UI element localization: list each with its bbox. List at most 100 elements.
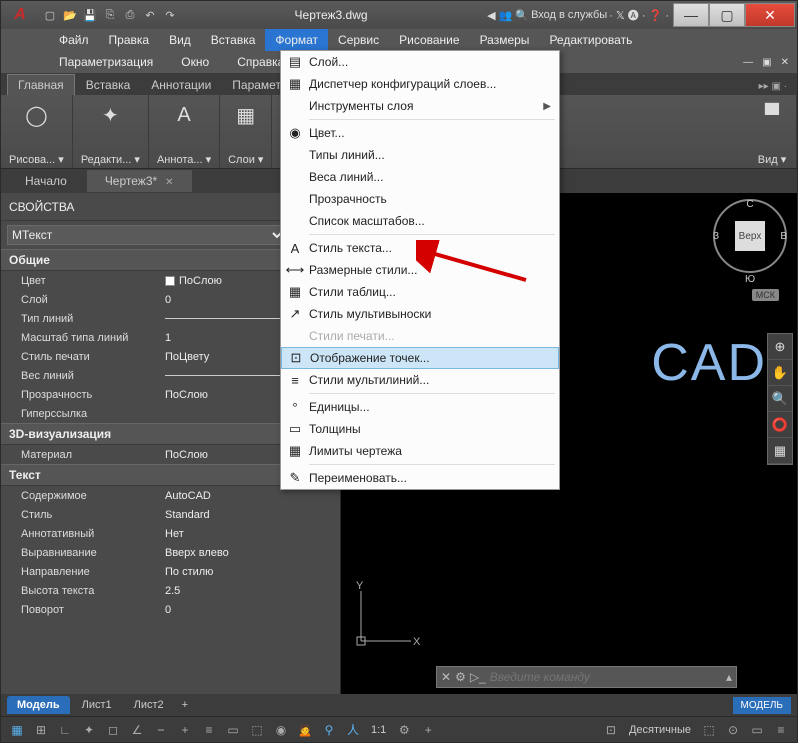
exchange-icon[interactable]: · 𝕏 🅐 · ❓ · — [609, 7, 669, 23]
ribbon-panel-0[interactable]: ◯Рисова... ▾ — [1, 95, 73, 168]
ribbon-tab-1[interactable]: Вставка — [76, 75, 141, 95]
fullnav-icon[interactable]: ⊕ — [768, 334, 792, 360]
clean-icon[interactable]: ▭ — [747, 720, 767, 740]
menu-Сервис[interactable]: Сервис — [328, 29, 389, 51]
menu-item[interactable]: ▦Лимиты чертежа — [281, 440, 559, 462]
model-badge[interactable]: МОДЕЛЬ — [733, 697, 791, 714]
menu-item[interactable]: Список масштабов... — [281, 210, 559, 232]
menu-item[interactable]: ≡Стили мультилиний... — [281, 369, 559, 391]
menu-item[interactable]: AСтиль текста... — [281, 237, 559, 259]
prop-row[interactable]: СтильStandard — [1, 505, 340, 524]
menu-item[interactable]: ▦Стили таблиц... — [281, 281, 559, 303]
viewcube-west[interactable]: З — [713, 231, 719, 242]
app-logo[interactable]: A — [3, 1, 37, 29]
ducs-icon[interactable]: ⎯ — [151, 720, 171, 740]
close-tab-icon[interactable]: ✕ — [165, 177, 173, 188]
cmd-close-icon[interactable]: ✕ — [441, 670, 451, 684]
save-icon[interactable]: 💾 — [81, 6, 99, 24]
redo-icon[interactable]: ↷ — [161, 6, 179, 24]
cust-icon[interactable]: ≡ — [771, 720, 791, 740]
saveas-icon[interactable]: ⎘ — [101, 6, 119, 24]
osnap-icon[interactable]: ◻ — [103, 720, 123, 740]
cmd-opts-icon[interactable]: ⚙ — [455, 670, 466, 684]
menu-item[interactable]: Типы линий... — [281, 144, 559, 166]
menu-item[interactable]: ⊡Отображение точек... — [281, 347, 559, 369]
otrack-icon[interactable]: ∠ — [127, 720, 147, 740]
undo-icon[interactable]: ↶ — [141, 6, 159, 24]
command-line[interactable]: ✕ ⚙ ▷_ ▴ — [436, 666, 737, 688]
ribbon-panel-2[interactable]: AАннота... ▾ — [149, 95, 220, 168]
ribbon-tab-2[interactable]: Аннотации — [141, 75, 221, 95]
hw-icon[interactable]: ⬚ — [699, 720, 719, 740]
prop-value[interactable]: Нет — [161, 524, 340, 543]
anno-scale[interactable]: 1:1 — [367, 724, 390, 736]
menu-Параметризация[interactable]: Параметризация — [49, 51, 163, 73]
print-icon[interactable]: ⎙ — [121, 6, 139, 24]
prop-row[interactable]: Поворот0 — [1, 600, 340, 619]
object-type-select[interactable]: МТекст — [7, 225, 286, 245]
prop-row[interactable]: ВыравниваниеВверх влево — [1, 543, 340, 562]
grid-icon[interactable]: ▦ — [7, 720, 27, 740]
qp-icon[interactable]: ⬚ — [247, 720, 267, 740]
layout-tab[interactable]: Лист2 — [124, 696, 174, 714]
iso-icon[interactable]: ⊙ — [723, 720, 743, 740]
menu-item[interactable]: ◉Цвет... — [281, 122, 559, 144]
prop-row[interactable]: Высота текста2.5 — [1, 581, 340, 600]
lwt-icon[interactable]: ≡ — [199, 720, 219, 740]
mdi-close-icon[interactable]: ✕ — [777, 57, 793, 68]
cmd-up-icon[interactable]: ▴ — [726, 670, 732, 684]
prop-value[interactable]: 0 — [161, 600, 340, 619]
mdi-min-icon[interactable]: — — [739, 57, 757, 68]
minimize-button[interactable]: — — [673, 3, 709, 27]
menu-item[interactable]: ⟷Размерные стили... — [281, 259, 559, 281]
new-icon[interactable]: ▢ — [41, 6, 59, 24]
ribbon-panel-3[interactable]: ▦Слои ▾ — [220, 95, 272, 168]
menu-Формат[interactable]: Формат — [265, 29, 328, 51]
viewcube-south[interactable]: Ю — [745, 274, 755, 285]
ribbon-panel-5[interactable]: ▀Вид ▾ — [748, 95, 797, 168]
a2-icon[interactable]: 人 — [343, 720, 363, 740]
snap-icon[interactable]: ⊞ — [31, 720, 51, 740]
a1-icon[interactable]: ⚲ — [319, 720, 339, 740]
anno-icon[interactable]: 🙍 — [295, 720, 315, 740]
menu-Файл[interactable]: Файл — [49, 29, 99, 51]
sc-icon[interactable]: ◉ — [271, 720, 291, 740]
ribbon-panel-1[interactable]: ✦Редакти... ▾ — [73, 95, 149, 168]
mdi-max-icon[interactable]: ▣ — [758, 57, 775, 68]
menu-item[interactable]: ↗Стиль мультивыноски — [281, 303, 559, 325]
menu-item[interactable]: Веса линий... — [281, 166, 559, 188]
dyn-icon[interactable]: + — [175, 720, 195, 740]
menu-Вид[interactable]: Вид — [159, 29, 201, 51]
prop-value[interactable]: Вверх влево — [161, 543, 340, 562]
orbit-icon[interactable]: ⭕ — [768, 412, 792, 438]
prop-row[interactable]: НаправлениеПо стилю — [1, 562, 340, 581]
menu-Редактировать[interactable]: Редактировать — [539, 29, 642, 51]
viewcube-east[interactable]: В — [780, 231, 787, 242]
menu-Размеры[interactable]: Размеры — [470, 29, 540, 51]
login-link[interactable]: Вход в службы — [531, 9, 607, 21]
menu-item[interactable]: ▭Толщины — [281, 418, 559, 440]
polar-icon[interactable]: ✦ — [79, 720, 99, 740]
am-icon[interactable]: + — [418, 720, 438, 740]
viewcube-top[interactable]: Верх — [735, 221, 765, 251]
canvas-text[interactable]: CAD — [651, 333, 767, 393]
ribbon-tab-more[interactable]: ▸▸ ▣ · — [749, 78, 797, 95]
menu-Вставка[interactable]: Вставка — [201, 29, 266, 51]
menu-item[interactable]: Прозрачность — [281, 188, 559, 210]
menu-Правка[interactable]: Правка — [99, 29, 160, 51]
pan-icon[interactable]: ✋ — [768, 360, 792, 386]
prop-value[interactable]: Standard — [161, 505, 340, 524]
units-label[interactable]: Десятичные — [625, 724, 695, 736]
prop-value[interactable]: 2.5 — [161, 581, 340, 600]
command-input[interactable] — [490, 670, 722, 684]
menu-item[interactable]: ▦Диспетчер конфигураций слоев... — [281, 73, 559, 95]
viewcube[interactable]: С Ю В З Верх — [713, 199, 787, 273]
menu-item[interactable]: ▤Слой... — [281, 51, 559, 73]
close-button[interactable]: ✕ — [745, 3, 795, 27]
menu-item[interactable]: °Единицы... — [281, 396, 559, 418]
maximize-button[interactable]: ▢ — [709, 3, 745, 27]
ribbon-tab-0[interactable]: Главная — [7, 74, 75, 95]
doc-tab[interactable]: Чертеж3*✕ — [87, 170, 192, 192]
showmotion-icon[interactable]: ▦ — [768, 438, 792, 464]
open-icon[interactable]: 📂 — [61, 6, 79, 24]
